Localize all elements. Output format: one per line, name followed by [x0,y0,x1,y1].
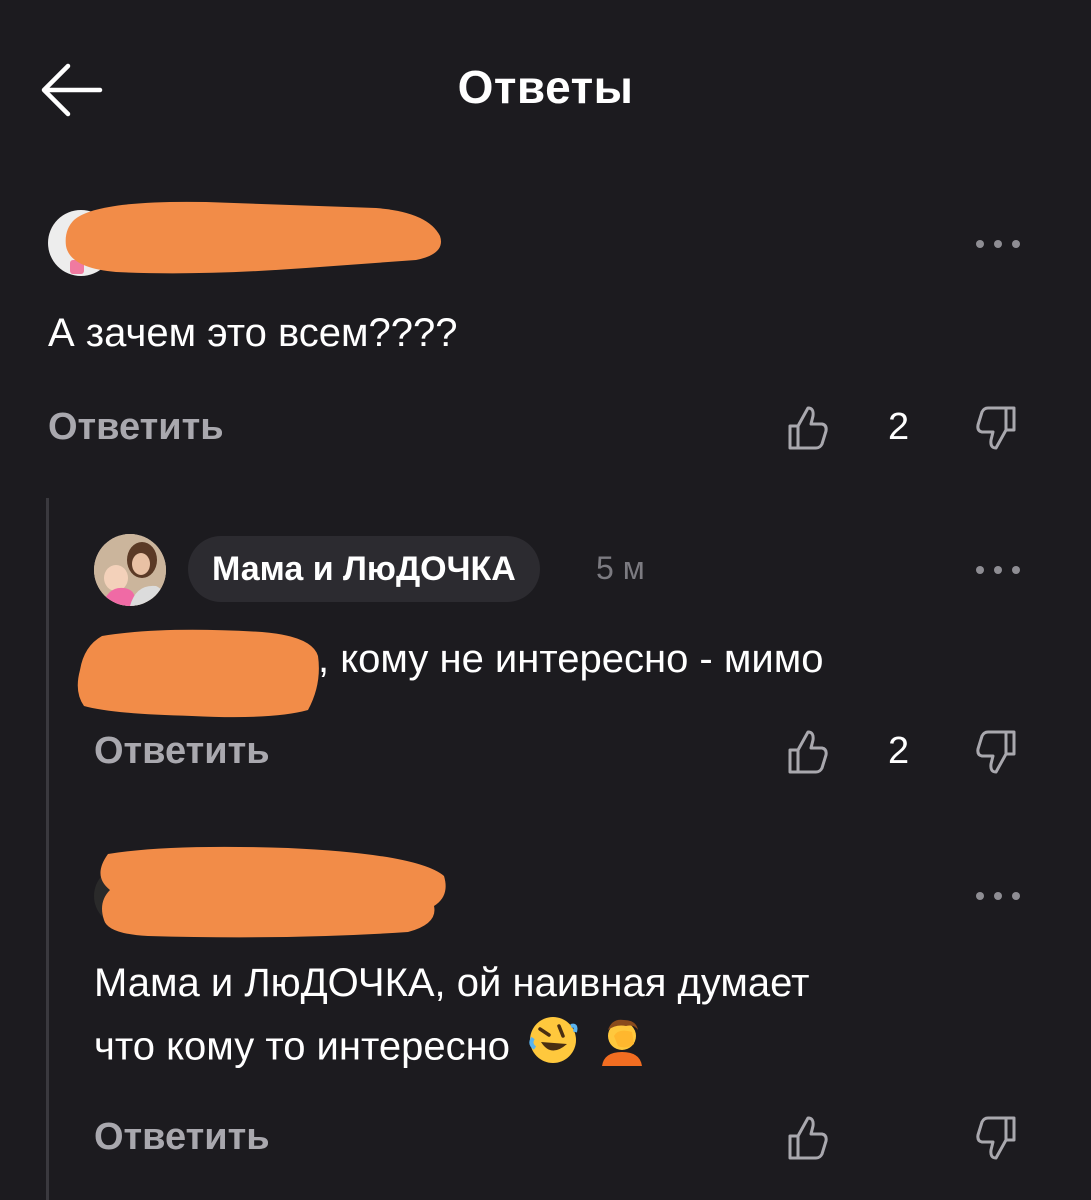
comment-text-line-2-text: что кому то интересно [94,1024,510,1069]
dislike-button[interactable] [974,728,1018,776]
comment-text-line-1: Мама и ЛюДОЧКА, ой наивная думает [94,961,810,1005]
reply-button[interactable]: Ответить [48,406,224,449]
redacted-author-mark [100,846,446,938]
like-count: 2 [888,406,910,448]
author-name[interactable]: Мама и ЛюДОЧКА [188,536,540,602]
thumbs-down-icon [976,406,1016,450]
thumbs-up-icon [788,730,828,774]
like-button[interactable] [786,404,830,452]
more-options-button[interactable] [976,886,1020,906]
like-button[interactable] [786,728,830,776]
reply-button[interactable]: Ответить [94,1116,270,1159]
like-count: 2 [888,730,910,772]
more-options-button[interactable] [976,560,1020,580]
dislike-button[interactable] [974,1114,1018,1162]
avatar-photo [94,534,166,606]
facepalm-emoji [596,1014,648,1084]
comment-text: , кому не интересно - мимо [318,637,824,681]
rolling-on-floor-laughing-emoji [527,1014,579,1084]
thumbs-down-icon [976,730,1016,774]
thumbs-down-icon [976,1116,1016,1160]
like-button[interactable] [786,1114,830,1162]
thumbs-up-icon [788,406,828,450]
thumbs-up-icon [788,1116,828,1160]
thread-line [46,498,49,1200]
comment-text-line-2: что кому то интересно [94,1014,648,1084]
reply-button[interactable]: Ответить [94,730,270,773]
page-title: Ответы [457,61,634,113]
more-options-button[interactable] [976,234,1020,254]
dislike-button[interactable] [974,404,1018,452]
avatar[interactable] [94,534,166,606]
comment-text: А зачем это всем???? [48,311,458,355]
comment-time: 5 м [596,550,645,586]
redacted-author-mark [65,201,442,274]
replies-screen: Ответы А зачем это всем???? Ответить 2 М [0,0,1091,1200]
redacted-mention-mark [77,629,319,718]
